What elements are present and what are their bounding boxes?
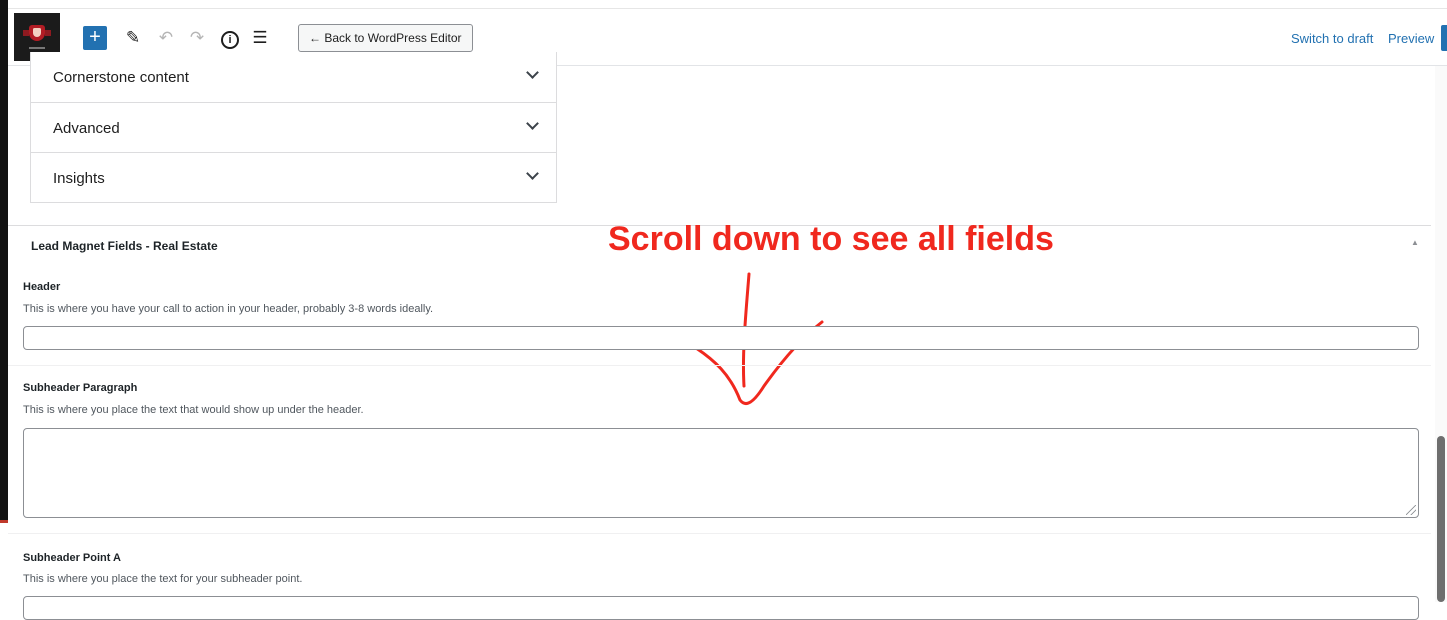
details-info-icon[interactable]: i: [218, 24, 242, 52]
field-description-subheader-point-a: This is where you place the text for you…: [23, 573, 303, 585]
redo-icon[interactable]: ↷: [185, 24, 209, 52]
chevron-down-icon: [526, 117, 539, 130]
undo-icon[interactable]: ↶: [154, 24, 178, 52]
editor-left-edge: [0, 0, 8, 520]
accordion-item-label: Advanced: [53, 120, 120, 137]
field-separator: [8, 533, 1431, 534]
list-view-icon[interactable]: ☰: [248, 24, 272, 52]
resize-handle-icon[interactable]: [1406, 505, 1416, 515]
header-input[interactable]: [23, 326, 1419, 350]
chevron-down-icon: [526, 66, 539, 79]
seo-settings-accordion: Cornerstone content Advanced Insights: [30, 52, 557, 203]
accordion-item-label: Insights: [53, 170, 105, 187]
accordion-item-advanced[interactable]: Advanced: [31, 102, 556, 152]
logo-face: [33, 28, 41, 37]
subheader-paragraph-textarea[interactable]: [23, 428, 1419, 518]
scroll-annotation-text: Scroll down to see all fields: [608, 220, 1054, 258]
preview-link[interactable]: Preview: [1388, 31, 1434, 46]
field-label-header: Header: [23, 281, 61, 293]
logo-wordmark: [29, 47, 45, 49]
accordion-item-cornerstone[interactable]: Cornerstone content: [31, 52, 556, 102]
field-separator: [8, 365, 1431, 366]
field-description-header: This is where you have your call to acti…: [23, 303, 434, 315]
subheader-point-a-input[interactable]: [23, 596, 1419, 620]
accordion-item-insights[interactable]: Insights: [31, 152, 556, 202]
back-to-wordpress-editor-button[interactable]: ← Back to WordPress Editor: [298, 24, 473, 52]
scrollbar-thumb[interactable]: [1437, 436, 1445, 602]
logo-wing-right: [45, 30, 51, 36]
edge-marker: [0, 520, 8, 523]
metabox-title: Lead Magnet Fields - Real Estate: [31, 239, 218, 253]
info-glyph: i: [221, 31, 239, 49]
add-block-button[interactable]: +: [83, 26, 107, 50]
field-description-subheader-paragraph: This is where you place the text that wo…: [23, 404, 364, 416]
pen-tool-icon[interactable]: ✎: [121, 24, 145, 52]
field-label-subheader-point-a: Subheader Point A: [23, 552, 121, 564]
switch-to-draft-link[interactable]: Switch to draft: [1291, 31, 1373, 46]
field-label-subheader-paragraph: Subheader Paragraph: [23, 382, 138, 394]
accordion-item-label: Cornerstone content: [53, 69, 189, 86]
collapse-toggle-icon[interactable]: ▲: [1411, 238, 1419, 247]
chevron-down-icon: [526, 167, 539, 180]
publish-button-edge[interactable]: [1441, 25, 1447, 51]
